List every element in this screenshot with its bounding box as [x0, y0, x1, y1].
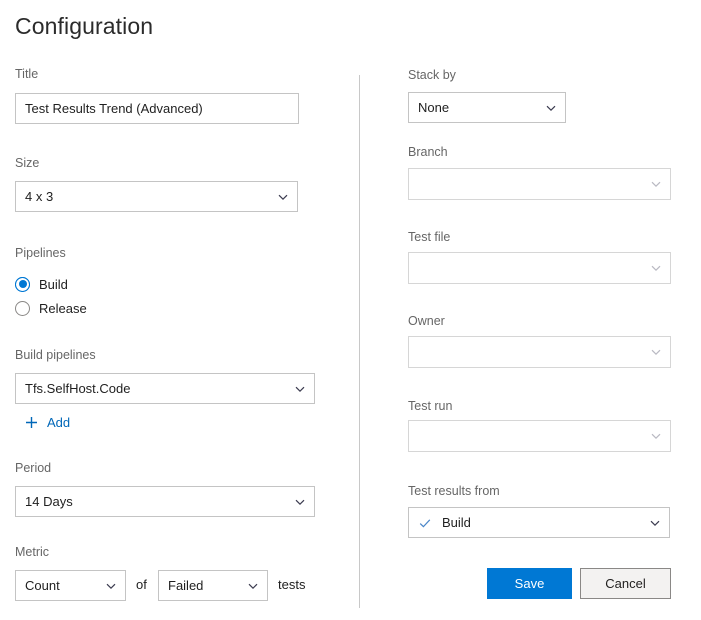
chevron-down-icon [544, 101, 558, 115]
test-run-field-label: Test run [408, 399, 453, 413]
chevron-down-icon [649, 345, 663, 359]
metric-suffix-text: tests [278, 577, 306, 592]
column-divider [359, 75, 360, 608]
size-dropdown[interactable]: 4 x 3 [15, 181, 298, 212]
metric-aggregate-value: Count [25, 578, 60, 593]
period-dropdown-value: 14 Days [25, 494, 73, 509]
radio-option-build-label: Build [39, 276, 68, 292]
metric-joiner-text: of [136, 577, 147, 592]
test-results-from-dropdown-value: Build [442, 515, 471, 530]
check-icon [418, 516, 432, 530]
plus-icon [24, 415, 39, 430]
build-pipelines-dropdown[interactable]: Tfs.SelfHost.Code [15, 373, 315, 404]
radio-option-release-label: Release [39, 300, 87, 316]
metric-field-label: Metric [15, 545, 50, 559]
radio-option-release[interactable]: Release [15, 298, 87, 318]
period-field-label: Period [15, 461, 52, 475]
save-button-label: Save [514, 576, 545, 591]
test-results-from-field-label: Test results from [408, 484, 500, 498]
title-input[interactable] [15, 93, 299, 124]
pipelines-field-label: Pipelines [15, 246, 66, 260]
stack-by-dropdown[interactable]: None [408, 92, 566, 123]
radio-unselected-icon [15, 300, 30, 316]
metric-outcome-value: Failed [168, 578, 204, 593]
size-dropdown-value: 4 x 3 [25, 189, 54, 204]
save-button[interactable]: Save [487, 568, 572, 599]
period-dropdown[interactable]: 14 Days [15, 486, 315, 517]
chevron-down-icon [293, 382, 307, 396]
build-pipelines-field-label: Build pipelines [15, 348, 96, 362]
cancel-button-label: Cancel [605, 576, 646, 591]
page-title: Configuration [15, 13, 154, 39]
chevron-down-icon [648, 516, 662, 530]
test-run-dropdown[interactable] [408, 420, 671, 452]
test-file-field-label: Test file [408, 230, 451, 244]
chevron-down-icon [246, 579, 260, 593]
title-field-label: Title [15, 67, 39, 81]
owner-field-label: Owner [408, 314, 445, 328]
stack-by-field-label: Stack by [408, 68, 456, 82]
chevron-down-icon [649, 177, 663, 191]
add-pipeline-label: Add [47, 415, 71, 430]
metric-outcome-dropdown[interactable]: Failed [158, 570, 268, 601]
metric-aggregate-dropdown[interactable]: Count [15, 570, 126, 601]
test-file-dropdown[interactable] [408, 252, 671, 284]
cancel-button[interactable]: Cancel [580, 568, 671, 599]
chevron-down-icon [293, 495, 307, 509]
add-pipeline-button[interactable]: Add [24, 415, 70, 430]
branch-dropdown[interactable] [408, 168, 671, 200]
chevron-down-icon [649, 429, 663, 443]
size-field-label: Size [15, 156, 40, 170]
build-pipelines-dropdown-value: Tfs.SelfHost.Code [25, 381, 131, 396]
chevron-down-icon [649, 261, 663, 275]
radio-option-build[interactable]: Build [15, 274, 68, 294]
chevron-down-icon [276, 190, 290, 204]
owner-dropdown[interactable] [408, 336, 671, 368]
radio-selected-icon [15, 276, 30, 292]
chevron-down-icon [104, 579, 118, 593]
test-results-from-dropdown[interactable]: Build [408, 507, 670, 538]
stack-by-dropdown-value: None [418, 100, 450, 115]
branch-field-label: Branch [408, 145, 448, 159]
